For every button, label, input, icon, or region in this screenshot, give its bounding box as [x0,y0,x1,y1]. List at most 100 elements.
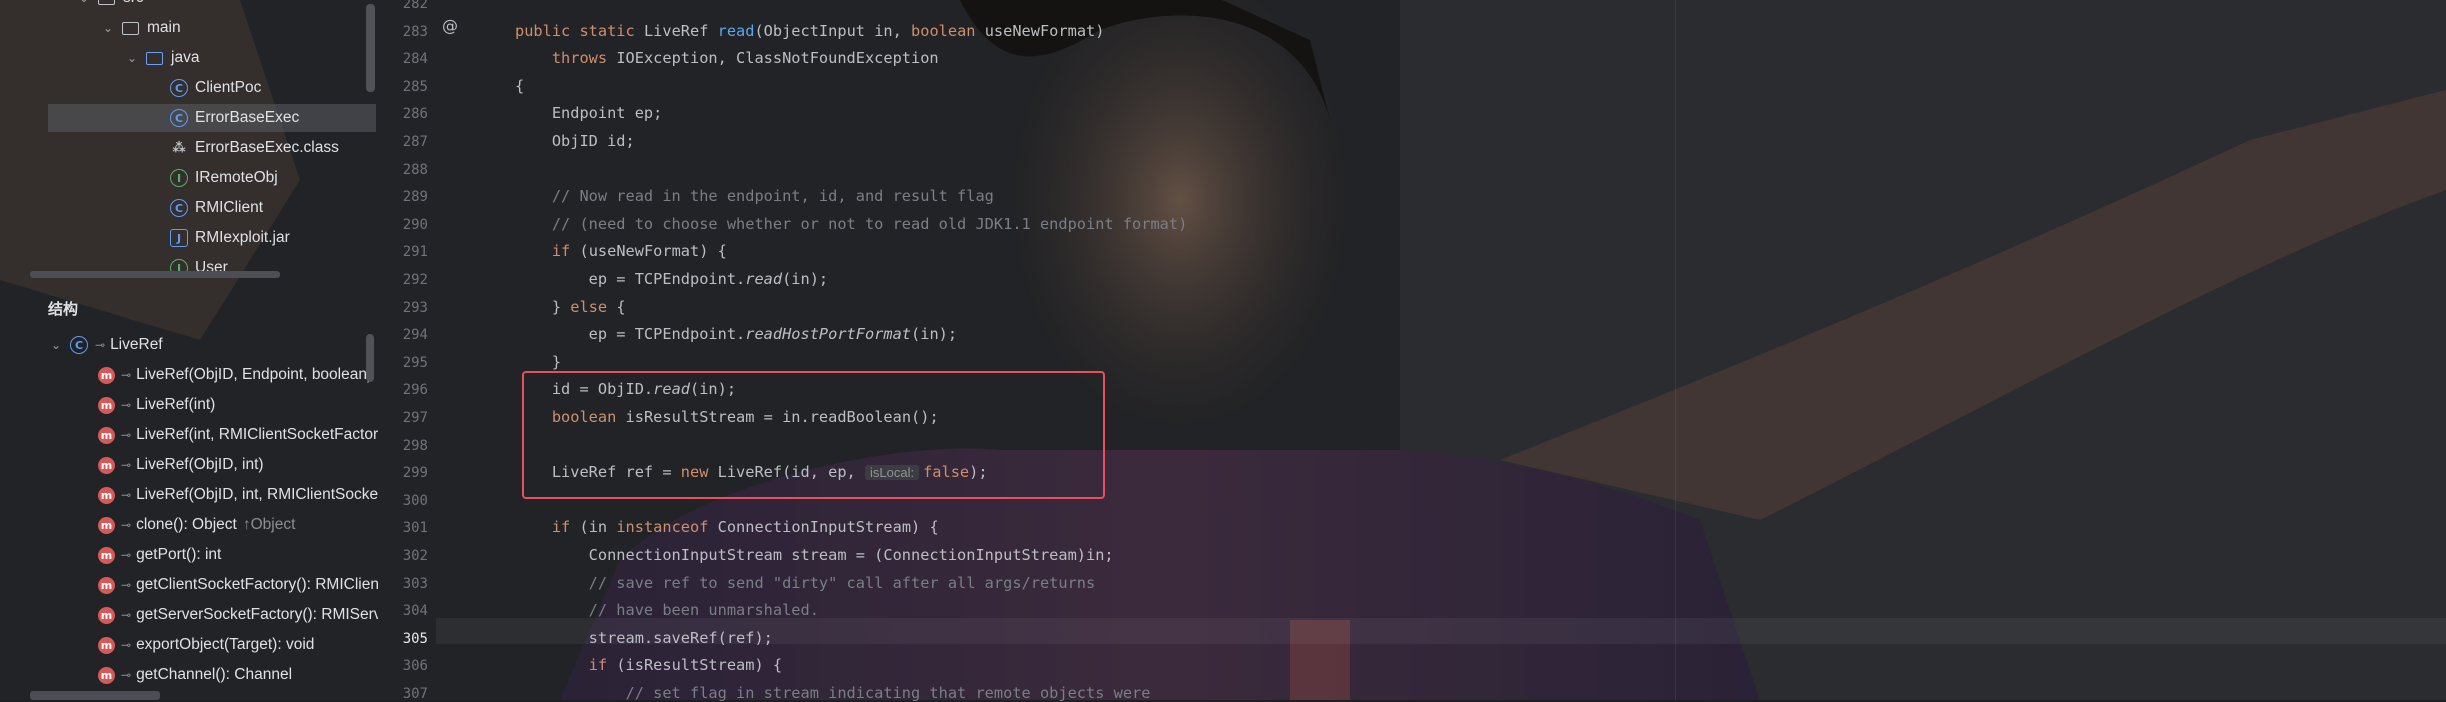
project-tree-scrollbar[interactable] [366,4,375,92]
line-number: 286 [402,106,428,123]
lock-icon: ⊸ [121,428,132,442]
project-tree-item-java[interactable]: ⌄ java [124,44,199,72]
right-margin-guide [1675,0,1676,700]
code-line[interactable]: } [515,353,561,371]
line-number: 303 [402,575,428,592]
project-tree-item-iremoteobj[interactable]: I IRemoteObj [170,164,278,192]
code-token: } [515,352,562,371]
code-line[interactable]: public static LiveRef read(ObjectInput i… [515,22,1104,40]
structure-member-item[interactable]: m ⊸ LiveRef(int, RMIClientSocketFactory, R… [98,420,378,450]
code-token: ConnectionInputStream) { [717,518,939,537]
line-number: 306 [402,658,428,675]
code-line[interactable]: if (in instanceof ConnectionInputStream)… [515,518,939,536]
class-icon: C [170,79,188,97]
structure-member-item[interactable]: m ⊸ LiveRef(ObjID, int, RMIClientSocketFac… [98,480,378,510]
code-token: if [588,656,617,675]
structure-member-item[interactable]: m ⊸ LiveRef(ObjID, int) [98,450,264,480]
code-token: (in); [782,270,829,288]
code-editor[interactable]: 282 283 284 285 286 287 288 289 290 291 292 293 294 2… [378,0,2446,702]
structure-member-item[interactable]: m ⊸ exportObject(Target): void [98,630,314,660]
method-icon: m [98,426,115,444]
line-number: 282 [402,0,428,12]
method-icon: m [98,486,115,504]
code-token: throws [551,49,617,68]
method-icon: m [98,456,115,474]
code-line[interactable]: throws IOException, ClassNotFoundExcepti… [515,49,939,67]
project-tree-item-label: RMIClient [195,199,264,216]
code-line[interactable]: // (need to choose whether or not to rea… [515,215,1187,233]
code-line[interactable]: { [515,77,524,95]
code-token: // (need to choose whether or not to rea… [515,214,1188,233]
project-tree-item-main[interactable]: ⌄ main [100,14,181,42]
structure-member-item[interactable]: m ⊸ LiveRef(int) [98,390,215,420]
folder-icon [98,0,115,5]
code-token: public static [515,21,644,40]
method-icon: m [98,666,115,684]
project-tree-item-rmiexploit-jar[interactable]: J RMIexploit.jar [170,224,290,252]
chevron-down-icon[interactable]: ⌄ [48,338,64,352]
code-line[interactable]: // have been unmarshaled. [515,601,819,619]
structure-member-item[interactable]: m ⊸ getServerSocketFactory(): RMIServerSoc… [98,600,378,630]
code-line[interactable]: stream.saveRef(ref); [515,629,773,647]
code-line[interactable]: ObjID id; [515,132,635,150]
line-number: 304 [402,603,428,620]
line-number: 288 [402,161,428,178]
code-line[interactable]: ConnectionInputStream stream = (Connecti… [515,546,1114,564]
code-line[interactable]: if (useNewFormat) { [515,242,727,260]
line-number: 297 [402,410,428,426]
chevron-down-icon[interactable]: ⌄ [100,21,116,35]
structure-panel-title: 结构 [48,301,79,318]
structure-member-item[interactable]: m ⊸ getChannel(): Channel [98,660,292,690]
line-number: 289 [402,189,428,206]
line-number: 293 [402,299,428,316]
code-line[interactable]: } else { [515,298,626,316]
project-tree-item-errorbaseexec[interactable]: C ErrorBaseExec [48,104,376,132]
code-token: stream.saveRef(ref); [515,628,773,647]
class-icon: C [170,199,188,217]
project-tree-item-label: ClientPoc [195,79,262,96]
override-annotation-icon[interactable]: @ [442,16,458,35]
line-number: 301 [402,520,428,537]
structure-member-item[interactable]: m ⊸ getClientSocketFactory(): RMIClientSoc… [98,570,378,600]
lock-icon: ⊸ [121,488,132,502]
project-tree-item-errorbaseexec-class[interactable]: ⁂ ErrorBaseExec.class [170,134,339,162]
code-token: (in); [911,325,958,344]
project-tree-item-src[interactable]: ⌄ src [76,0,144,12]
structure-member-item[interactable]: m ⊸ clone(): Object ↑Object [98,510,295,540]
lock-icon: ⊸ [121,368,132,382]
structure-member-label: LiveRef(ObjID, int) [136,456,264,473]
code-token: IOException, ClassNotFoundException [616,49,939,68]
structure-member-label: LiveRef(int) [136,396,216,413]
chevron-down-icon[interactable]: ⌄ [76,0,92,5]
project-tree-item-label: src [123,0,144,7]
structure-scrollbar[interactable] [366,334,374,382]
code-line[interactable]: // set flag in stream indicating that re… [515,684,1151,702]
method-icon: m [98,606,115,624]
horizontal-scrollbar[interactable] [30,691,160,700]
method-icon: m [98,546,115,564]
code-line[interactable]: Endpoint ep; [515,104,663,122]
code-line[interactable]: ep = TCPEndpoint.readHostPortFormat(in); [515,325,957,343]
structure-member-item[interactable]: m ⊸ getPort(): int [98,540,221,570]
code-token: } [515,297,571,316]
structure-root-item[interactable]: ⌄ C ⊸ LiveRef [48,330,163,360]
panel-splitter[interactable] [30,271,280,278]
structure-member-item[interactable]: m ⊸ LiveRef(ObjID, Endpoint, boolean) [98,360,372,390]
jar-icon: J [170,229,188,247]
code-token: // set flag in stream indicating that re… [515,684,1151,702]
project-tree-item-clientpoc[interactable]: C ClientPoc [170,74,261,102]
chevron-down-icon[interactable]: ⌄ [124,51,140,65]
structure-member-label: getClientSocketFactory(): RMIClientSocke… [136,576,378,593]
code-line[interactable]: ep = TCPEndpoint.read(in); [515,270,828,288]
code-line[interactable]: // save ref to send "dirty" call after a… [515,574,1096,592]
code-token: if [551,518,580,537]
code-line[interactable]: // Now read in the endpoint, id, and res… [515,187,994,205]
structure-member-label: exportObject(Target): void [136,636,315,653]
project-tree-item-rmiclient[interactable]: C RMIClient [170,194,263,222]
code-token: ep = TCPEndpoint. [515,270,746,288]
code-line[interactable]: if (isResultStream) { [515,656,782,674]
code-token: LiveRef [643,21,718,40]
folder-icon [146,51,163,65]
project-tree-item-label: ErrorBaseExec [195,109,300,126]
